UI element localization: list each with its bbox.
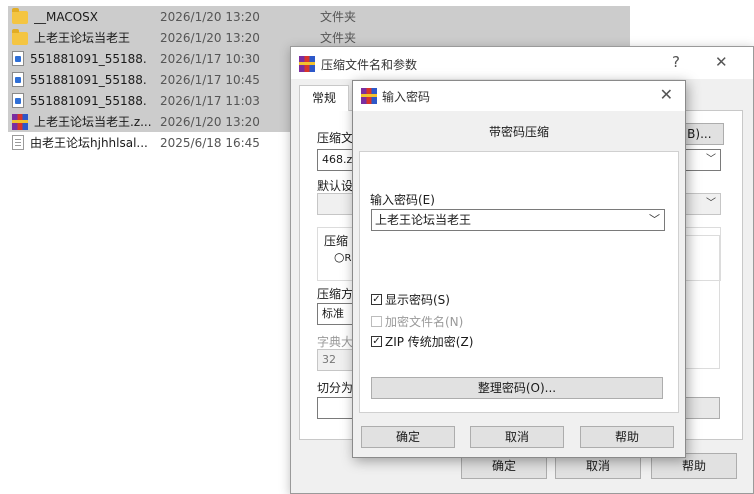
file-date: 2026/1/17 11:03	[160, 93, 260, 108]
compression-method-value: 标准	[322, 307, 344, 320]
file-date: 2026/1/17 10:30	[160, 51, 260, 66]
password-dialog-title: 输入密码	[382, 90, 431, 104]
dictionary-size-value: 32	[322, 353, 336, 366]
password-heading: 带密码压缩	[488, 125, 549, 139]
close-icon[interactable]: ✕	[660, 85, 673, 104]
check-icon[interactable]: ✓	[371, 335, 382, 347]
document-icon	[12, 51, 24, 66]
text-file-icon	[12, 135, 24, 150]
file-date: 2026/1/20 13:20	[160, 30, 260, 45]
password-input[interactable]: 上老王论坛当老王 ﹀	[371, 209, 665, 231]
file-name: 551881091_55188...	[30, 93, 148, 108]
file-name: __MACOSX	[34, 9, 99, 24]
file-name: 由老王论坛hjhhlsal...	[30, 136, 148, 150]
zip-legacy-encryption-label: ZIP 传统加密(Z)	[385, 334, 474, 349]
file-type: 文件夹	[320, 10, 357, 24]
file-row[interactable]: __MACOSX 2026/1/20 13:20 文件夹	[8, 6, 630, 27]
password-help-button[interactable]: 帮助	[580, 426, 674, 448]
unchecked-box-icon[interactable]	[371, 315, 382, 327]
organize-passwords-button[interactable]: 整理密码(O)...	[371, 377, 663, 399]
enter-password-label: 输入密码(E)	[370, 193, 435, 207]
encrypt-filenames-label: 加密文件名(N)	[385, 314, 464, 329]
radio-format-label: R	[344, 253, 352, 264]
winrar-icon	[361, 88, 377, 104]
file-date: 2026/1/20 13:20	[160, 114, 260, 129]
file-type: 文件夹	[320, 31, 357, 45]
file-name: 上老王论坛当老王.z...	[34, 115, 152, 129]
dictionary-size-label: 字典大	[317, 335, 354, 349]
file-date: 2026/1/20 13:20	[160, 9, 260, 24]
file-name: 551881091_55188...	[30, 51, 148, 66]
default-profile-label: 默认设	[317, 179, 354, 193]
file-date: 2025/6/18 16:45	[160, 135, 260, 150]
enter-password-dialog: 输入密码 ✕ 带密码压缩 输入密码(E) 上老王论坛当老王 ﹀ ✓ 显示密码(S…	[352, 80, 686, 458]
encrypt-filenames-checkbox[interactable]: 加密文件名(N)	[371, 312, 463, 330]
close-icon[interactable]: ✕	[715, 53, 728, 71]
file-name: 551881091_55188...	[30, 72, 148, 87]
archive-name-label: 压缩文	[317, 131, 354, 145]
split-volume-label: 切分为	[317, 381, 354, 395]
document-icon	[12, 93, 24, 108]
document-icon	[12, 72, 24, 87]
check-icon[interactable]: ✓	[371, 293, 382, 305]
zip-legacy-encryption-checkbox[interactable]: ✓ ZIP 传统加密(Z)	[371, 332, 473, 350]
chevron-down-icon[interactable]: ﹀	[706, 194, 716, 214]
chevron-down-icon[interactable]: ﹀	[706, 150, 716, 170]
radio-format[interactable]: ○R	[334, 250, 351, 264]
format-group-label: 压缩	[324, 234, 349, 248]
password-dialog-titlebar: 输入密码 ✕	[353, 81, 685, 111]
folder-icon	[12, 8, 28, 24]
winrar-icon	[299, 56, 315, 72]
show-password-label: 显示密码(S)	[385, 292, 450, 307]
file-row[interactable]: 上老王论坛当老王 2026/1/20 13:20 文件夹	[8, 27, 630, 48]
tab-general[interactable]: 常规	[299, 85, 349, 111]
help-title-button[interactable]: ?	[672, 53, 680, 71]
file-date: 2026/1/17 10:45	[160, 72, 260, 87]
dialog-titlebar: 压缩文件名和参数 ? ✕	[291, 47, 753, 79]
winrar-archive-icon	[12, 113, 28, 130]
show-password-checkbox[interactable]: ✓ 显示密码(S)	[371, 290, 450, 308]
file-name: 上老王论坛当老王	[34, 31, 131, 45]
compression-method-label: 压缩方	[317, 287, 354, 301]
password-cancel-button[interactable]: 取消	[470, 426, 564, 448]
password-value: 上老王论坛当老王	[375, 213, 472, 227]
password-ok-button[interactable]: 确定	[361, 426, 455, 448]
folder-icon	[12, 29, 28, 45]
chevron-down-icon[interactable]: ﹀	[649, 210, 660, 230]
dialog-title: 压缩文件名和参数	[321, 58, 418, 72]
